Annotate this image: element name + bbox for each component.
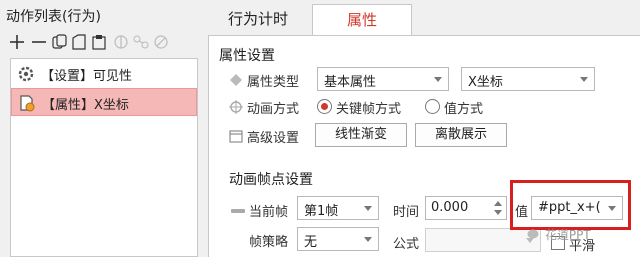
clipboard-icon[interactable] (90, 32, 108, 52)
value-mode-label: 值方式 (444, 102, 484, 117)
list-item-label: 【设置】可见性 (41, 69, 133, 84)
property-settings-title: 属性设置 (219, 48, 275, 64)
current-frame-select[interactable]: 第1帧 (297, 196, 379, 220)
time-label: 时间 (393, 205, 420, 220)
diamond-icon (229, 73, 243, 87)
property-type-label: 属性类型 (247, 75, 300, 90)
spin-down-icon[interactable] (494, 210, 502, 215)
property-type-select[interactable]: 基本属性 (317, 67, 449, 91)
chevron-down-icon (364, 206, 372, 211)
copy-icon[interactable] (50, 32, 68, 52)
keyframe-mode-label: 关键帧方式 (336, 102, 402, 117)
property-doc-icon (18, 94, 36, 112)
pencil-icon (231, 204, 245, 218)
add-icon[interactable] (8, 32, 26, 52)
time-value: 0.000 (431, 200, 469, 215)
link-icon[interactable] (152, 32, 170, 52)
list-item-visibility[interactable]: 【设置】可见性 (11, 60, 197, 88)
list-item-x-coordinate[interactable]: 【属性】X坐标 (11, 88, 197, 116)
paste-icon[interactable] (70, 32, 88, 52)
chevron-down-icon (434, 77, 442, 82)
advanced-settings-label: 高级设置 (247, 131, 300, 146)
target-icon (229, 100, 243, 114)
wechat-icon (527, 229, 539, 239)
property-target-select[interactable]: X坐标 (461, 67, 595, 91)
chevron-down-icon (364, 237, 372, 242)
linear-gradient-button[interactable]: 线性渐变 (315, 123, 407, 147)
tab-properties[interactable]: 属性 (312, 4, 412, 36)
keyframe-settings-title: 动画帧点设置 (229, 172, 313, 188)
property-target-value: X坐标 (468, 75, 503, 90)
keyframe-mode-radio[interactable] (317, 99, 332, 114)
watermark-text: 花道PPT (544, 228, 591, 242)
gear-icon (17, 65, 35, 83)
frame-strategy-value: 无 (304, 235, 318, 250)
compare-icon[interactable] (112, 32, 130, 52)
chevron-down-icon (580, 77, 588, 82)
discrete-display-button[interactable]: 离散展示 (415, 123, 507, 147)
action-list-panel: 动作列表(行为) 【设置】可见性 【属性】X坐标 (0, 0, 208, 257)
value-mode-radio[interactable] (425, 99, 440, 114)
tab-bar: 行为计时 属性 (208, 0, 640, 36)
calendar-icon (229, 129, 243, 143)
animation-mode-label: 动画方式 (247, 102, 300, 117)
remove-icon[interactable] (30, 32, 48, 52)
spin-up-icon[interactable] (494, 201, 502, 206)
current-frame-label: 当前帧 (249, 205, 289, 220)
list-item-label: 【属性】X坐标 (42, 98, 129, 113)
current-frame-value: 第1帧 (304, 204, 339, 219)
tab-behavior-timing[interactable]: 行为计时 (216, 4, 300, 36)
frame-strategy-label: 帧策略 (249, 235, 289, 250)
formula-select[interactable] (425, 228, 541, 252)
watermark: 花道PPT (527, 226, 591, 243)
property-type-value: 基本属性 (324, 75, 377, 90)
action-list: 【设置】可见性 【属性】X坐标 (10, 58, 198, 257)
transfer-icon[interactable] (132, 32, 150, 52)
time-spinner[interactable]: 0.000 (425, 196, 507, 220)
value-highlight-box (510, 180, 631, 230)
formula-label: 公式 (393, 237, 420, 252)
frame-strategy-select[interactable]: 无 (297, 227, 379, 251)
action-list-title: 动作列表(行为) (6, 9, 101, 25)
